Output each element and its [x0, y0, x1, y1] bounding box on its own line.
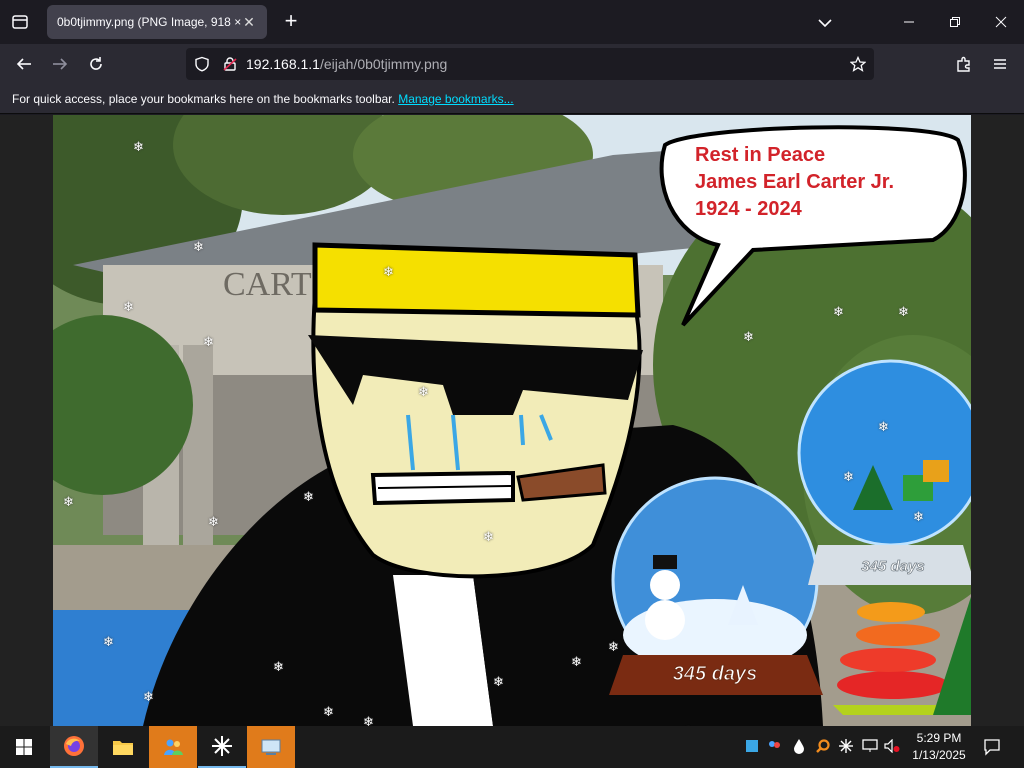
taskbar-firefox[interactable] — [50, 726, 98, 768]
bookmark-star-icon[interactable] — [850, 56, 866, 72]
snowflake-icon: ❄ — [133, 140, 144, 155]
notification-icon — [984, 739, 1000, 756]
snowflake-icon: ❄ — [273, 660, 284, 675]
tray-search-icon[interactable] — [815, 738, 831, 754]
globe-label-2: 345 days — [861, 558, 924, 575]
snowflake-icon: ❄ — [833, 305, 844, 320]
tray-blue-square-icon[interactable] — [744, 738, 760, 754]
snowflake-icon: ❄ — [571, 655, 582, 670]
back-arrow-icon — [16, 58, 31, 70]
restore-icon — [950, 17, 960, 27]
bookmarks-toolbar: For quick access, place your bookmarks h… — [0, 84, 1024, 114]
snowflake-icon: ❄ — [363, 715, 374, 726]
taskbar-app-3[interactable] — [247, 726, 295, 768]
close-icon — [995, 16, 1007, 28]
snowflake-icon: ❄ — [193, 240, 204, 255]
snowflake-icon: ❄ — [63, 495, 74, 510]
image-viewer: CARTER CENTENTIAL — [0, 115, 1024, 726]
snowflake-icon: ❄ — [878, 420, 889, 435]
url-text[interactable]: 192.168.1.1/eijah/0b0tjimmy.png — [246, 56, 447, 72]
minimize-icon — [904, 21, 914, 23]
snowflake-icon: ❄ — [843, 470, 854, 485]
clock-date: 1/13/2025 — [912, 748, 966, 762]
browser-tab[interactable]: 0b0tjimmy.png (PNG Image, 918 × ✕ — [47, 5, 267, 39]
snowflake-icon: ❄ — [323, 705, 334, 720]
bookmarks-hint: For quick access, place your bookmarks h… — [12, 92, 395, 106]
chevron-down-icon — [818, 19, 832, 28]
reload-icon — [90, 57, 102, 70]
shield-icon[interactable] — [194, 56, 210, 72]
network-icon[interactable] — [862, 738, 878, 754]
taskbar-file-explorer[interactable] — [99, 726, 147, 768]
tab-overview-icon — [12, 15, 28, 29]
insecure-lock-icon[interactable] — [222, 56, 238, 72]
snowflake-icon: ❄ — [483, 530, 494, 545]
reload-button[interactable] — [82, 50, 110, 78]
action-center-button[interactable] — [982, 737, 1002, 757]
snowflake-icon: ❄ — [383, 265, 394, 280]
snowflake-icon: ❄ — [493, 675, 504, 690]
meme-image[interactable]: CARTER CENTENTIAL — [53, 115, 971, 726]
forward-arrow-icon — [53, 58, 68, 70]
tab-list-button[interactable] — [6, 8, 34, 36]
tray-asterisk-icon[interactable] — [838, 738, 854, 754]
title-bar: 0b0tjimmy.png (PNG Image, 918 × ✕ + — [0, 0, 1024, 44]
extensions-button[interactable] — [950, 50, 978, 78]
taskbar-app-1[interactable] — [149, 726, 197, 768]
snowflake-icon: ❄ — [743, 330, 754, 345]
firefox-icon — [64, 736, 84, 756]
snowflake-icon: ❄ — [143, 690, 154, 705]
puzzle-piece-icon — [957, 56, 970, 72]
forward-button[interactable] — [46, 50, 74, 78]
address-bar[interactable]: 192.168.1.1/eijah/0b0tjimmy.png — [186, 48, 874, 80]
snowflake-icon: ❄ — [913, 510, 924, 525]
speech-line-1: Rest in Peace — [695, 144, 825, 166]
app-menu-button[interactable] — [986, 50, 1014, 78]
snowflake-icon: ❄ — [103, 635, 114, 650]
navigation-toolbar: 192.168.1.1/eijah/0b0tjimmy.png — [0, 44, 1024, 84]
system-clock[interactable]: 5:29 PM 1/13/2025 — [906, 730, 972, 764]
asterisk-app-icon — [212, 736, 232, 756]
snow-globe-presents: 345 days — [797, 359, 971, 585]
meme-image-art: CARTER CENTENTIAL — [53, 115, 971, 726]
tab-title: 0b0tjimmy.png (PNG Image, 918 × — [57, 15, 241, 29]
snowflake-icon: ❄ — [208, 515, 219, 530]
manage-bookmarks-link[interactable]: Manage bookmarks... — [398, 92, 513, 106]
list-all-tabs-button[interactable] — [814, 12, 836, 34]
clock-time: 5:29 PM — [916, 731, 962, 745]
back-button[interactable] — [10, 50, 38, 78]
tray-droplet-icon[interactable] — [791, 738, 807, 754]
network-app-icon — [261, 739, 281, 755]
tray-people-icon[interactable] — [766, 738, 782, 754]
snowflake-icon: ❄ — [608, 640, 619, 655]
new-tab-button[interactable]: + — [278, 9, 304, 35]
url-path: /eijah/0b0tjimmy.png — [319, 56, 448, 72]
url-host: 192.168.1.1 — [246, 56, 320, 72]
restore-button[interactable] — [932, 6, 978, 38]
start-button[interactable] — [0, 726, 48, 768]
speech-line-3: 1924 - 2024 — [695, 198, 803, 220]
windows-taskbar: 5:29 PM 1/13/2025 — [0, 726, 1024, 768]
minimize-button[interactable] — [886, 6, 932, 38]
volume-muted-icon[interactable] — [884, 738, 900, 754]
snowflake-icon: ❄ — [418, 385, 429, 400]
hamburger-menu-icon — [994, 59, 1006, 69]
speech-line-2: James Earl Carter Jr. — [695, 171, 894, 193]
tab-close-icon[interactable]: ✕ — [241, 14, 257, 31]
snow-globe-snowman: 345 days — [609, 476, 823, 695]
people-app-icon — [164, 739, 183, 755]
snowflake-icon: ❄ — [898, 305, 909, 320]
folder-icon — [113, 741, 133, 755]
snowflake-icon: ❄ — [123, 300, 134, 315]
snowflake-icon: ❄ — [303, 490, 314, 505]
taskbar-app-2[interactable] — [198, 726, 246, 768]
snowflake-icon: ❄ — [203, 335, 214, 350]
close-window-button[interactable] — [978, 6, 1024, 38]
globe-label-1: 345 days — [673, 663, 758, 685]
windows-logo-icon — [16, 739, 32, 755]
